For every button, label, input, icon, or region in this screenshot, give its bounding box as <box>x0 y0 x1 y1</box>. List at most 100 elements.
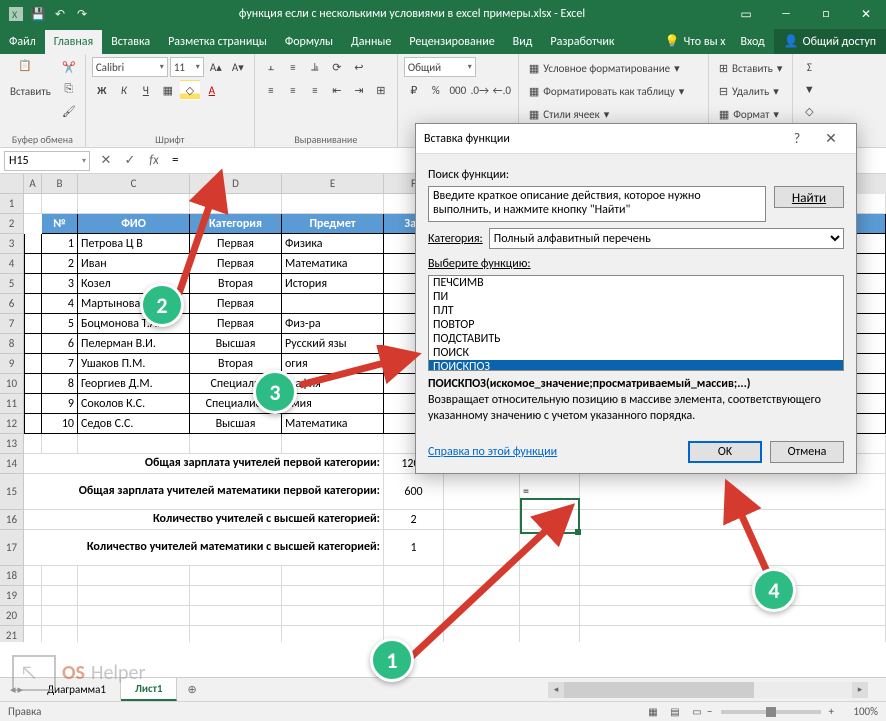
cell[interactable] <box>444 606 520 626</box>
percent-icon[interactable]: % <box>426 80 446 100</box>
conditional-formatting[interactable]: ▦Условное форматирование ▾ <box>525 57 702 79</box>
cell[interactable]: имия <box>282 394 384 414</box>
cell[interactable] <box>520 606 580 626</box>
cell[interactable]: Первая <box>190 234 282 254</box>
font-name-combo[interactable]: Calibri <box>92 57 168 77</box>
row-header[interactable]: 3 <box>0 234 24 254</box>
cell[interactable]: 9 <box>42 394 78 414</box>
zoom-level[interactable]: 100% <box>834 705 878 718</box>
cell[interactable] <box>24 214 42 234</box>
maximize-icon[interactable]: □ <box>806 0 846 28</box>
zoom-out-icon[interactable]: − <box>707 705 712 718</box>
orientation-icon[interactable]: ⟳ <box>327 57 347 77</box>
cell[interactable] <box>190 586 282 606</box>
function-list-item[interactable]: ПЕЧСИМВ <box>429 276 843 290</box>
row-header[interactable]: 20 <box>0 606 24 626</box>
function-list-item[interactable]: ПЛТ <box>429 304 843 318</box>
cell[interactable]: Предмет <box>282 214 384 234</box>
cell[interactable]: графия <box>282 374 384 394</box>
cell[interactable] <box>384 606 444 626</box>
cell[interactable]: Первая <box>190 314 282 334</box>
cell[interactable] <box>282 606 384 626</box>
cell[interactable] <box>42 626 78 642</box>
function-list-item[interactable]: ПОДСТАВИТЬ <box>429 332 843 346</box>
cell[interactable]: Георгиев Д.М. <box>78 374 190 394</box>
format-cells[interactable]: ▦Формат ▾ <box>715 103 787 125</box>
function-list-item[interactable]: ПОВТОР <box>429 318 843 332</box>
cell[interactable]: 6 <box>42 334 78 354</box>
cell[interactable]: 10 <box>42 414 78 434</box>
cell[interactable]: 8 <box>42 374 78 394</box>
cell[interactable] <box>282 566 384 586</box>
select-all-corner[interactable] <box>0 174 24 194</box>
find-button[interactable]: Найти <box>774 186 844 208</box>
cell[interactable] <box>78 434 190 454</box>
cell[interactable] <box>190 626 282 642</box>
inc-decimal-icon[interactable]: .0→ <box>470 80 490 100</box>
row-header[interactable]: 6 <box>0 294 24 314</box>
cell[interactable] <box>190 434 282 454</box>
cell[interactable] <box>282 434 384 454</box>
cell[interactable]: Физ-ра <box>282 314 384 334</box>
cell[interactable] <box>580 510 886 530</box>
align-right-icon[interactable]: ≡ <box>305 80 325 100</box>
cancel-formula-icon[interactable]: ✕ <box>94 151 118 171</box>
summary-label[interactable]: Общая зарплата учителей первой категории… <box>24 454 384 474</box>
cell[interactable]: 1 <box>42 234 78 254</box>
cell[interactable] <box>444 530 520 566</box>
cell[interactable] <box>24 294 42 314</box>
cell[interactable]: Петрова Ц В <box>78 234 190 254</box>
cell[interactable] <box>78 194 190 214</box>
cell[interactable] <box>190 566 282 586</box>
cell[interactable] <box>24 626 42 642</box>
cell[interactable]: 7 <box>42 354 78 374</box>
cell[interactable]: огия <box>282 354 384 374</box>
close-icon[interactable]: ✕ <box>846 0 886 28</box>
cell[interactable] <box>580 586 886 606</box>
cell[interactable]: 4 <box>42 294 78 314</box>
cell[interactable] <box>42 434 78 454</box>
undo-icon[interactable]: ↶ <box>52 6 68 22</box>
cell[interactable]: Седов С.С. <box>78 414 190 434</box>
cell[interactable] <box>580 626 886 642</box>
cell[interactable] <box>24 414 42 434</box>
cell[interactable] <box>78 606 190 626</box>
tab-data[interactable]: Данные <box>342 30 400 54</box>
tab-layout[interactable]: Разметка страницы <box>159 30 276 54</box>
cell[interactable] <box>444 510 520 530</box>
cell[interactable] <box>42 586 78 606</box>
row-header[interactable]: 11 <box>0 394 24 414</box>
cell[interactable] <box>282 626 384 642</box>
horizontal-scrollbar[interactable] <box>207 682 886 698</box>
cell[interactable] <box>24 354 42 374</box>
cell[interactable] <box>24 394 42 414</box>
view-pagebreak-icon[interactable]: ▭ <box>687 704 707 720</box>
cell[interactable] <box>580 474 886 510</box>
wrap-text-icon[interactable]: ↩ <box>349 57 369 77</box>
col-E[interactable]: E <box>282 174 384 194</box>
align-middle-icon[interactable]: ≡ <box>283 57 303 77</box>
row-headers[interactable]: 123456789101112131415161718192021 <box>0 194 24 642</box>
cut-icon[interactable]: ✂️ <box>59 57 79 77</box>
sign-in[interactable]: Вход <box>731 30 773 54</box>
summary-label[interactable]: Общая зарплата учителей математики перво… <box>24 474 384 510</box>
cell[interactable]: Вторая <box>190 274 282 294</box>
cell[interactable]: № <box>42 214 78 234</box>
cell[interactable] <box>78 626 190 642</box>
cell[interactable]: Математика <box>282 414 384 434</box>
name-box[interactable]: H15 <box>4 151 90 171</box>
fx-icon[interactable]: fx <box>142 151 166 171</box>
cell[interactable]: Иван <box>78 254 190 274</box>
cell[interactable] <box>520 586 580 606</box>
cell[interactable] <box>444 586 520 606</box>
cell[interactable] <box>24 274 42 294</box>
fill-color-icon[interactable]: ◇ <box>180 80 200 100</box>
add-sheet-icon[interactable]: ⊕ <box>177 683 206 696</box>
decrease-indent-icon[interactable]: ⇤ <box>327 80 347 100</box>
cell[interactable] <box>24 194 42 214</box>
row-header[interactable]: 4 <box>0 254 24 274</box>
cell[interactable]: Высшая <box>190 414 282 434</box>
cell[interactable] <box>520 530 580 566</box>
cell[interactable]: Категория <box>190 214 282 234</box>
italic-button[interactable]: К <box>114 80 134 100</box>
